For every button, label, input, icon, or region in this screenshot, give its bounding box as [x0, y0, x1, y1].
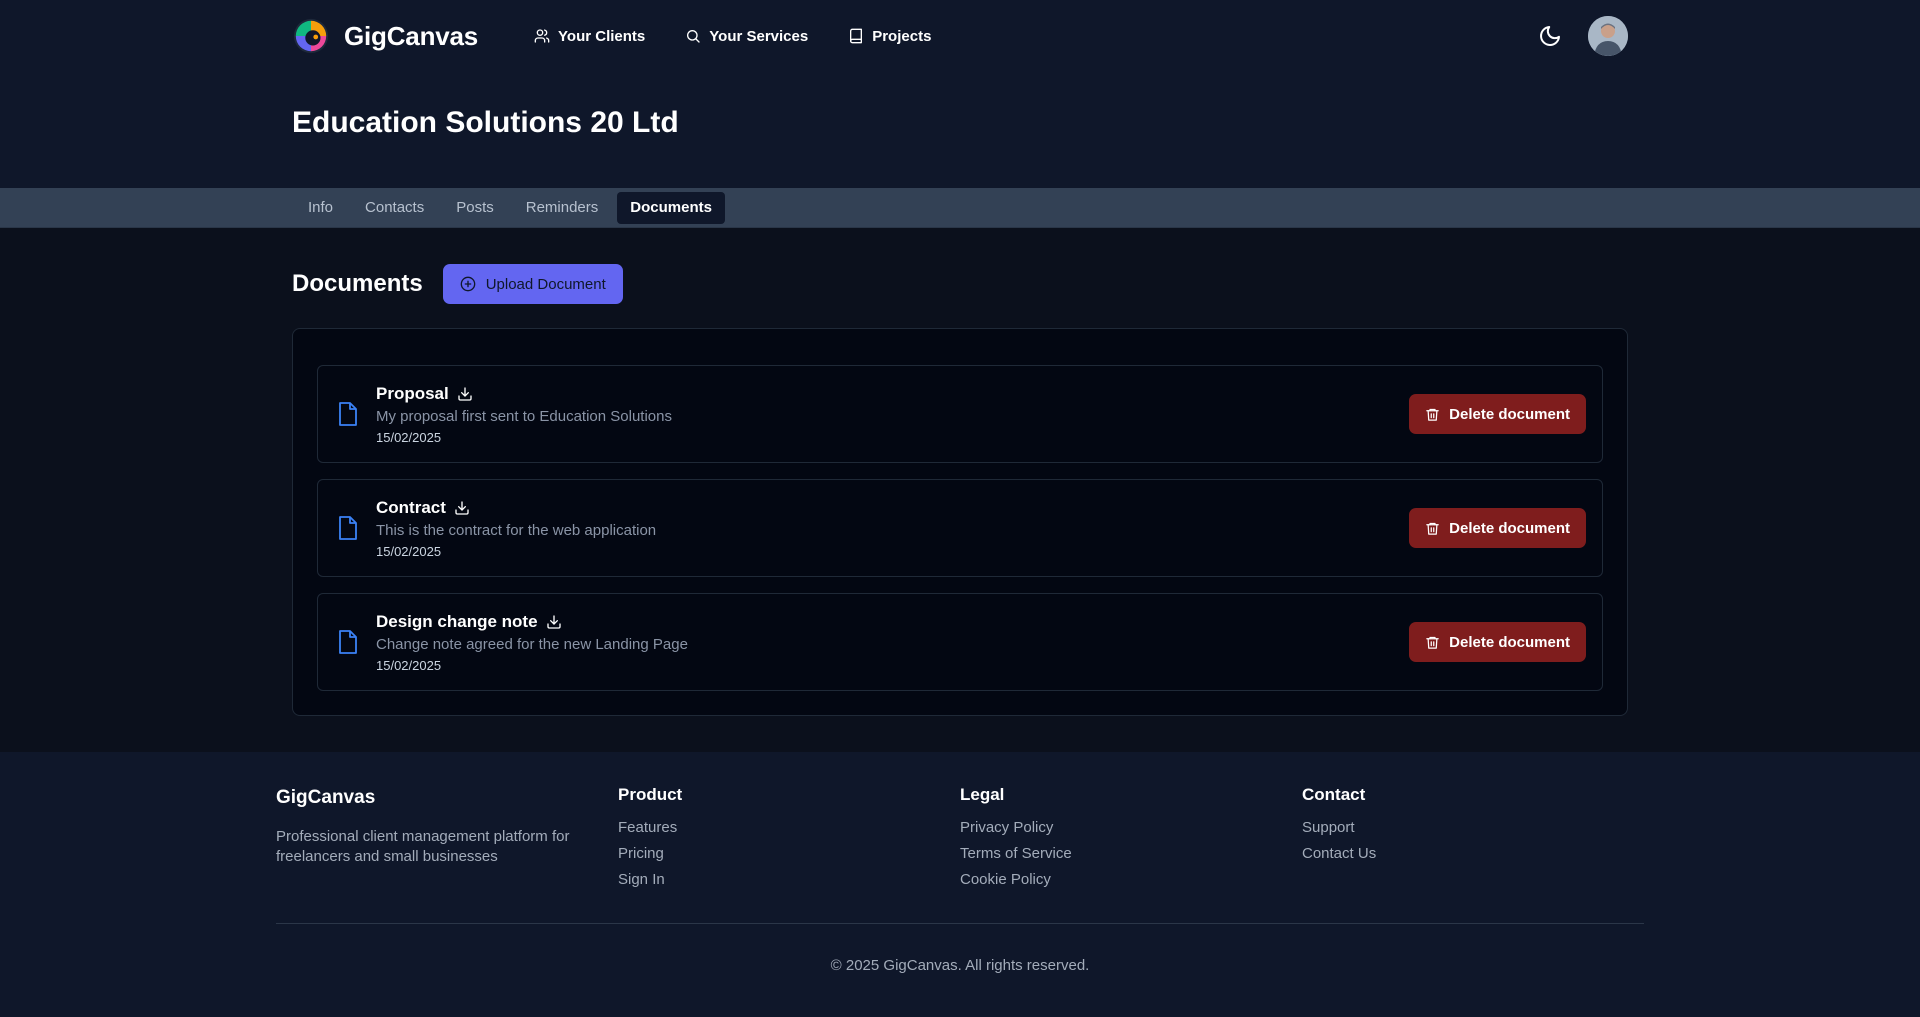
footer-contact-column: Contact Support Contact Us	[1302, 785, 1644, 897]
footer-link-terms-of-service[interactable]: Terms of Service	[960, 845, 1302, 862]
download-icon[interactable]	[546, 614, 562, 630]
document-name: Design change note	[376, 611, 538, 631]
navbar: GigCanvas Your Clients Your Services Pro…	[292, 0, 1628, 72]
nav-your-clients-label: Your Clients	[558, 27, 646, 45]
main-content: Documents Upload Document Proposal My pr…	[0, 228, 1920, 752]
download-icon[interactable]	[454, 500, 470, 516]
document-item: Proposal My proposal first sent to Educa…	[317, 365, 1603, 463]
brand[interactable]: GigCanvas	[292, 17, 478, 55]
footer-columns: GigCanvas Professional client management…	[276, 785, 1644, 897]
download-icon[interactable]	[457, 386, 473, 402]
footer-link-sign-in[interactable]: Sign In	[618, 871, 960, 888]
trash-icon	[1426, 522, 1439, 535]
footer-product-column: Product Features Pricing Sign In	[618, 785, 960, 897]
document-description: This is the contract for the web applica…	[376, 521, 657, 539]
moon-icon[interactable]	[1538, 24, 1562, 48]
nav-links: Your Clients Your Services Projects	[534, 28, 931, 45]
file-icon	[339, 516, 357, 540]
document-name-row: Contract	[376, 498, 1409, 518]
file-icon	[339, 402, 357, 426]
delete-document-label: Delete document	[1449, 405, 1570, 423]
book-icon	[850, 28, 863, 44]
upload-document-label: Upload Document	[485, 275, 606, 293]
delete-document-button[interactable]: Delete document	[1409, 508, 1586, 548]
footer-legal-column: Legal Privacy Policy Terms of Service Co…	[960, 785, 1302, 897]
footer-heading-legal: Legal	[960, 785, 1005, 804]
tabs-bar: Info Contacts Posts Reminders Documents	[0, 188, 1920, 228]
footer-brand: GigCanvas	[276, 787, 376, 808]
nav-right	[1538, 16, 1628, 56]
document-name: Contract	[376, 497, 446, 517]
documents-header: Documents Upload Document	[292, 264, 1628, 304]
trash-icon	[1426, 636, 1439, 649]
copyright: © 2025 GigCanvas. All rights reserved.	[830, 957, 1090, 974]
nav-projects[interactable]: Projects	[848, 28, 931, 45]
avatar-image	[1588, 16, 1628, 56]
footer-link-cookie-policy[interactable]: Cookie Policy	[960, 871, 1302, 888]
documents-heading: Documents	[292, 270, 423, 297]
footer-link-pricing[interactable]: Pricing	[618, 845, 960, 862]
document-date: 15/02/2025	[376, 543, 442, 559]
nav-projects-label: Projects	[872, 27, 932, 45]
tab-contacts[interactable]: Contacts	[352, 192, 437, 224]
footer-link-privacy-policy[interactable]: Privacy Policy	[960, 819, 1302, 836]
document-date: 15/02/2025	[376, 657, 442, 673]
document-name-row: Design change note	[376, 612, 1409, 632]
document-date: 15/02/2025	[376, 429, 442, 445]
document-item: Design change note Change note agreed fo…	[317, 593, 1603, 691]
tab-posts[interactable]: Posts	[443, 192, 507, 224]
nav-your-clients[interactable]: Your Clients	[534, 28, 645, 45]
footer-brand-column: GigCanvas Professional client management…	[276, 785, 618, 897]
avatar[interactable]	[1588, 16, 1628, 56]
documents-list: Proposal My proposal first sent to Educa…	[292, 328, 1628, 716]
footer-link-contact-us[interactable]: Contact Us	[1302, 845, 1644, 862]
footer-heading-product: Product	[618, 785, 683, 804]
footer-link-features[interactable]: Features	[618, 819, 960, 836]
document-description: My proposal first sent to Education Solu…	[376, 407, 672, 425]
footer-link-support[interactable]: Support	[1302, 819, 1644, 836]
delete-document-label: Delete document	[1449, 519, 1570, 537]
tab-info[interactable]: Info	[292, 192, 346, 224]
file-icon	[339, 630, 357, 654]
nav-your-services-label: Your Services	[709, 27, 809, 45]
document-description: Change note agreed for the new Landing P…	[376, 635, 688, 653]
document-name-row: Proposal	[376, 384, 1409, 404]
document-info: Contract This is the contract for the we…	[376, 498, 1409, 559]
plus-circle-icon	[460, 276, 476, 292]
page-header: GigCanvas Your Clients Your Services Pro…	[0, 0, 1920, 188]
users-icon	[534, 29, 550, 43]
delete-document-button[interactable]: Delete document	[1409, 394, 1586, 434]
trash-icon	[1426, 408, 1439, 421]
delete-document-button[interactable]: Delete document	[1409, 622, 1586, 662]
tab-list: Info Contacts Posts Reminders Documents	[292, 188, 1628, 228]
footer-tagline: Professional client management platform …	[276, 828, 570, 865]
footer-divider	[276, 923, 1644, 924]
document-name: Proposal	[376, 383, 449, 403]
brand-name: GigCanvas	[344, 20, 479, 51]
document-info: Proposal My proposal first sent to Educa…	[376, 384, 1409, 445]
page-title: Education Solutions 20 Ltd	[292, 106, 679, 139]
logo-icon	[293, 18, 329, 54]
upload-document-button[interactable]: Upload Document	[442, 264, 623, 304]
footer-heading-contact: Contact	[1302, 785, 1366, 804]
search-icon	[687, 30, 700, 43]
footer: GigCanvas Professional client management…	[0, 752, 1920, 1017]
document-info: Design change note Change note agreed fo…	[376, 612, 1409, 673]
delete-document-label: Delete document	[1449, 633, 1570, 651]
tab-documents[interactable]: Documents	[617, 192, 725, 224]
tab-reminders[interactable]: Reminders	[513, 192, 612, 224]
nav-your-services[interactable]: Your Services	[685, 28, 808, 45]
document-item: Contract This is the contract for the we…	[317, 479, 1603, 577]
